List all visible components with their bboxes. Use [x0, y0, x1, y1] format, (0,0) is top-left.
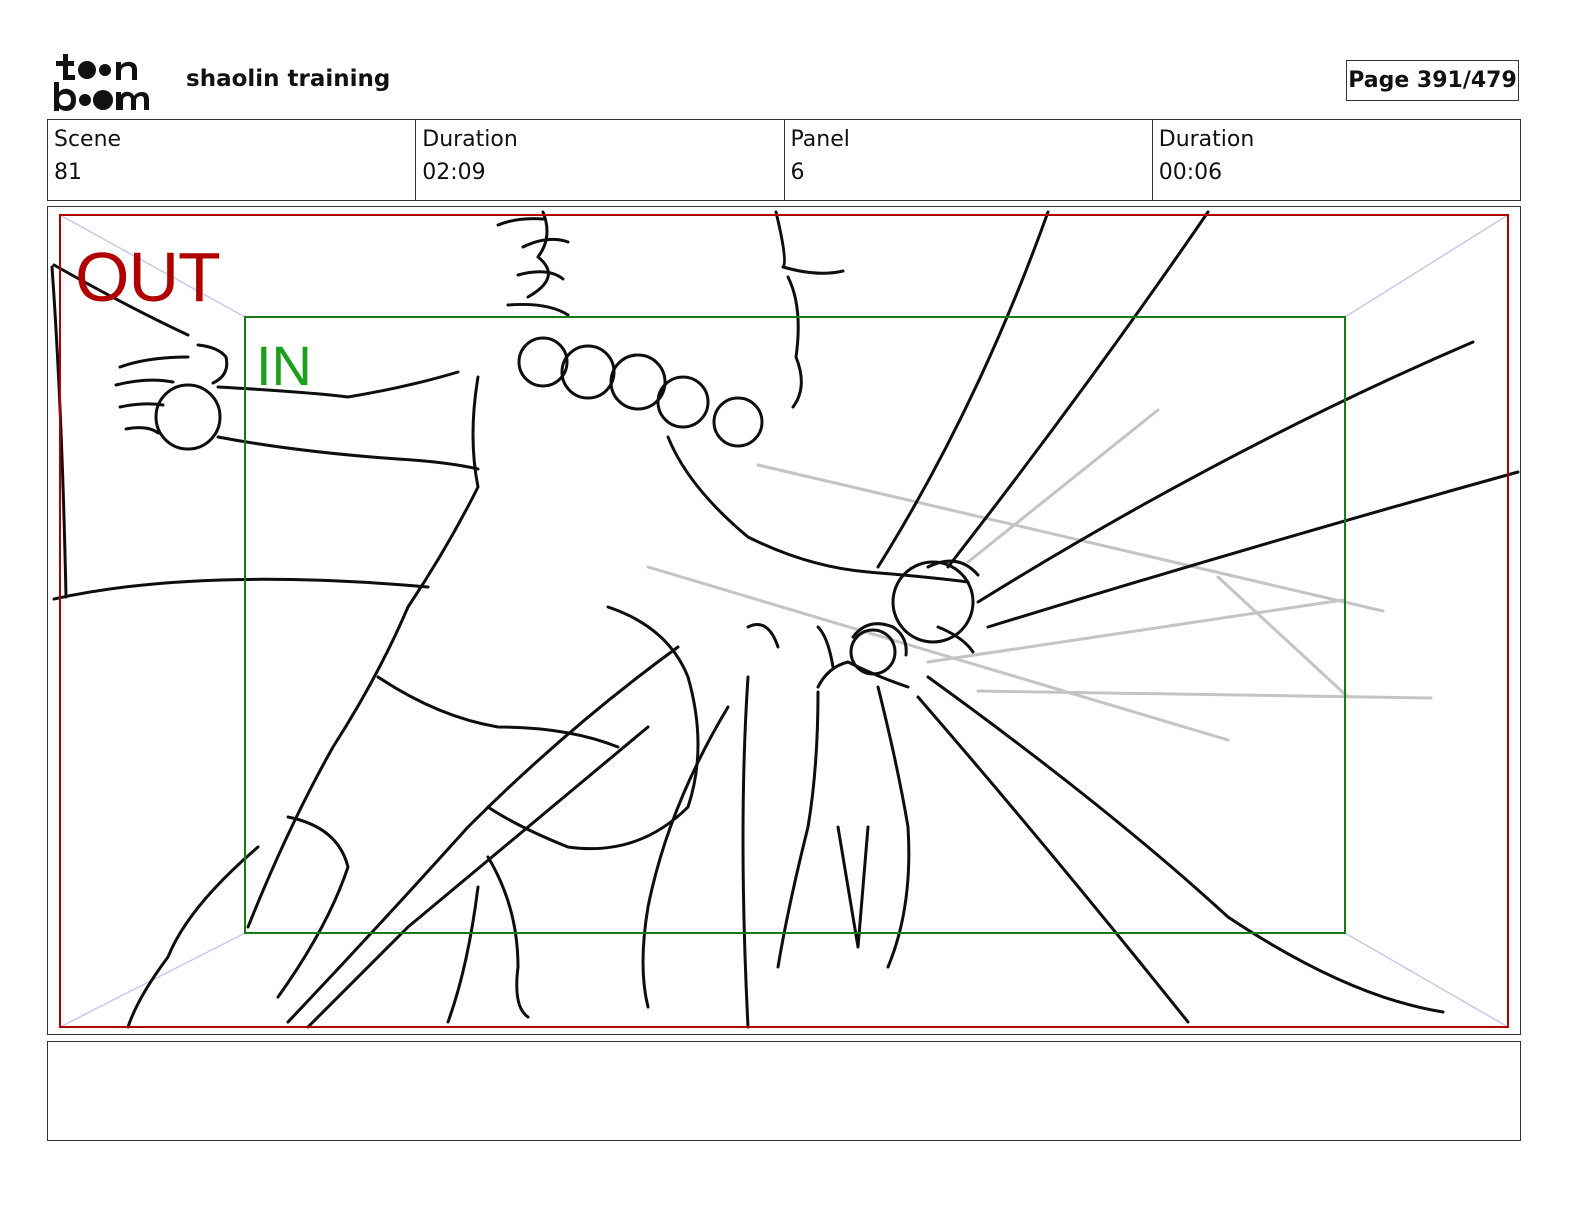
project-title: shaolin training	[186, 66, 391, 92]
panel-notes-box[interactable]	[47, 1041, 1521, 1141]
panel-cell: Panel 6	[785, 120, 1153, 200]
scene-duration-cell: Duration 02:09	[416, 120, 785, 200]
out-label: OUT	[75, 238, 221, 316]
panel-label: Panel	[790, 127, 850, 152]
storyboard-panel: OUT IN	[47, 206, 1521, 1035]
in-label: IN	[256, 334, 312, 397]
scene-label: Scene	[54, 127, 122, 152]
scene-value: 81	[54, 160, 82, 185]
panel-duration-label: Duration	[1158, 127, 1255, 152]
toon-boom-logo	[52, 52, 164, 112]
scene-duration-label: Duration	[422, 127, 518, 152]
scene-cell: Scene 81	[48, 120, 417, 200]
scene-info-table: Scene 81 Duration 02:09 Panel 6 Duration…	[47, 119, 1521, 201]
panel-sketch	[50, 210, 1520, 1029]
panel-value: 6	[790, 160, 805, 185]
page-number: Page 391/479	[1346, 60, 1519, 101]
panel-duration-cell: Duration 00:06	[1153, 120, 1520, 200]
panel-duration-value: 00:06	[1158, 160, 1223, 185]
construction-lines	[646, 408, 1433, 742]
scene-duration-value: 02:09	[422, 160, 486, 185]
